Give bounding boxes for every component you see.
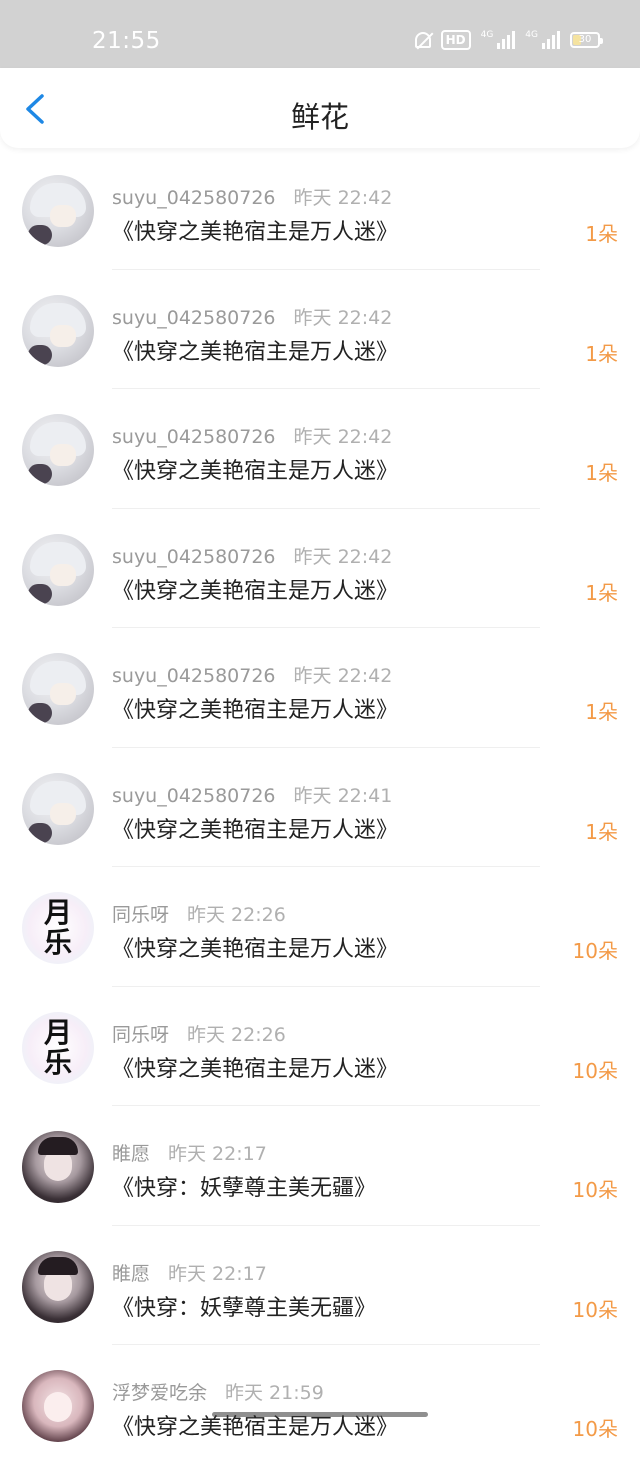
record-time: 昨天 22:42 [293,426,393,448]
book-title[interactable]: 《快穿之美艳宿主是万人迷》 [112,214,398,246]
record-meta: suyu_042580726 昨天 22:42 [112,422,392,449]
book-title[interactable]: 《快穿之美艳宿主是万人迷》 [112,334,398,366]
flower-amount: 1朵 [585,461,618,485]
user-name[interactable]: suyu_042580726 [112,665,276,687]
record-meta: suyu_042580726 昨天 22:42 [112,303,392,330]
status-time: 21:55 [92,28,161,54]
list-item[interactable]: 月 乐 同乐呀 昨天 22:26 《快穿之美艳宿主是万人迷》 10朵 [0,987,640,1106]
list-item[interactable]: suyu_042580726 昨天 22:42 《快穿之美艳宿主是万人迷》 1朵 [0,270,640,389]
flower-amount: 1朵 [585,819,618,844]
signal-icon [497,31,516,49]
list-item[interactable]: 浮梦爱吃余 昨天 21:59 《快穿之美艳宿主是万人迷》 10朵 [0,1345,640,1465]
record-meta: 同乐呀 昨天 22:26 [112,1020,286,1047]
book-title[interactable]: 《快穿之美艳宿主是万人迷》 [112,931,398,963]
avatar[interactable] [22,1370,94,1442]
book-title[interactable]: 《快穿之美艳宿主是万人迷》 [112,453,398,485]
page-title: 鲜花 [290,100,349,134]
list-item[interactable]: suyu_042580726 昨天 22:42 《快穿之美艳宿主是万人迷》 1朵 [0,509,640,628]
book-title[interactable]: 《快穿之美艳宿主是万人迷》 [112,812,398,844]
record-meta: 睢愿 昨天 22:17 [112,1259,267,1286]
flower-amount: 1朵 [585,700,618,724]
user-name[interactable]: suyu_042580726 [112,426,276,448]
avatar[interactable] [22,772,94,845]
book-title[interactable]: 《快穿之美艳宿主是万人迷》 [112,1051,398,1083]
list-item[interactable]: 睢愿 昨天 22:17 《快穿：妖孽尊主美无疆》 10朵 [0,1106,640,1226]
record-meta: 同乐呀 昨天 22:26 [112,900,286,927]
avatar-text-top: 月 [43,896,72,929]
record-time: 昨天 22:26 [187,1023,286,1046]
user-name[interactable]: 浮梦爱吃余 [112,1382,207,1404]
book-title[interactable]: 《快穿之美艳宿主是万人迷》 [112,692,398,724]
flower-amount: 1朵 [585,222,618,246]
avatar[interactable]: 月 乐 [22,892,94,964]
flower-amount: 10朵 [572,1297,618,1322]
status-icons: HD 4G 4G 30 [414,30,603,50]
record-meta: suyu_042580726 昨天 22:41 [112,781,392,808]
mute-bell-icon [414,32,431,48]
page-header: 鲜花 [0,68,640,148]
user-name[interactable]: 睢愿 [112,1143,150,1165]
user-name[interactable]: suyu_042580726 [112,187,276,209]
home-indicator[interactable] [212,1412,428,1417]
avatar[interactable]: 月 乐 [22,1011,94,1084]
avatar-text-top: 月 [43,1015,72,1049]
record-time: 昨天 22:42 [293,187,393,209]
signal-icon [542,31,560,49]
battery-icon: 30 [570,32,603,48]
list-item[interactable]: suyu_042580726 昨天 22:41 《快穿之美艳宿主是万人迷》 1朵 [0,748,640,867]
network-type-2: 4G [525,30,538,40]
record-time: 昨天 22:42 [293,306,393,329]
avatar[interactable] [22,1250,94,1323]
list-item[interactable]: suyu_042580726 昨天 22:42 《快穿之美艳宿主是万人迷》 1朵 [0,150,640,270]
avatar[interactable] [22,175,94,247]
record-time: 昨天 22:42 [293,545,393,568]
list-item[interactable]: suyu_042580726 昨天 22:42 《快穿之美艳宿主是万人迷》 1朵 [0,628,640,748]
book-title[interactable]: 《快穿：妖孽尊主美无疆》 [112,1170,376,1202]
flower-amount: 10朵 [572,1417,618,1441]
record-time: 昨天 22:17 [168,1262,267,1285]
flower-amount: 10朵 [572,939,618,963]
user-name[interactable]: 同乐呀 [112,1024,169,1046]
list-item[interactable]: 月 乐 同乐呀 昨天 22:26 《快穿之美艳宿主是万人迷》 10朵 [0,867,640,987]
user-name[interactable]: suyu_042580726 [112,307,276,329]
record-time: 昨天 22:41 [293,784,393,807]
avatar[interactable] [22,533,94,606]
user-name[interactable]: suyu_042580726 [112,546,276,568]
user-name[interactable]: suyu_042580726 [112,785,276,807]
record-time: 昨天 22:26 [187,904,286,926]
record-time: 昨天 22:42 [293,665,393,687]
flower-amount: 1朵 [585,580,618,605]
avatar-text-bottom: 乐 [43,926,72,959]
avatar[interactable] [22,294,94,367]
flower-amount: 10朵 [572,1058,618,1083]
avatar-text-bottom: 乐 [43,1045,72,1079]
hd-icon: HD [440,30,471,50]
user-name[interactable]: 睢愿 [112,1263,150,1285]
record-meta: 睢愿 昨天 22:17 [112,1139,267,1166]
record-meta: suyu_042580726 昨天 22:42 [112,183,392,210]
record-time: 昨天 22:17 [168,1143,267,1165]
avatar[interactable] [22,414,94,486]
list-item[interactable]: 睢愿 昨天 22:17 《快穿：妖孽尊主美无疆》 10朵 [0,1226,640,1345]
record-meta: suyu_042580726 昨天 22:42 [112,542,392,569]
record-meta: suyu_042580726 昨天 22:42 [112,661,392,688]
avatar[interactable] [22,653,94,725]
avatar[interactable] [22,1131,94,1203]
user-name[interactable]: 同乐呀 [112,904,169,926]
book-title[interactable]: 《快穿：妖孽尊主美无疆》 [112,1290,376,1322]
flower-record-list: suyu_042580726 昨天 22:42 《快穿之美艳宿主是万人迷》 1朵 … [0,150,640,1465]
battery-level: 30 [578,34,592,45]
record-time: 昨天 21:59 [225,1382,324,1404]
list-item[interactable]: suyu_042580726 昨天 22:42 《快穿之美艳宿主是万人迷》 1朵 [0,389,640,509]
flower-amount: 10朵 [572,1178,618,1202]
book-title[interactable]: 《快穿之美艳宿主是万人迷》 [112,573,398,605]
flower-amount: 1朵 [585,341,618,366]
network-type-1: 4G [480,30,494,40]
status-bar: 21:55 HD 4G 4G 30 [0,0,640,68]
record-meta: 浮梦爱吃余 昨天 21:59 [112,1378,324,1405]
